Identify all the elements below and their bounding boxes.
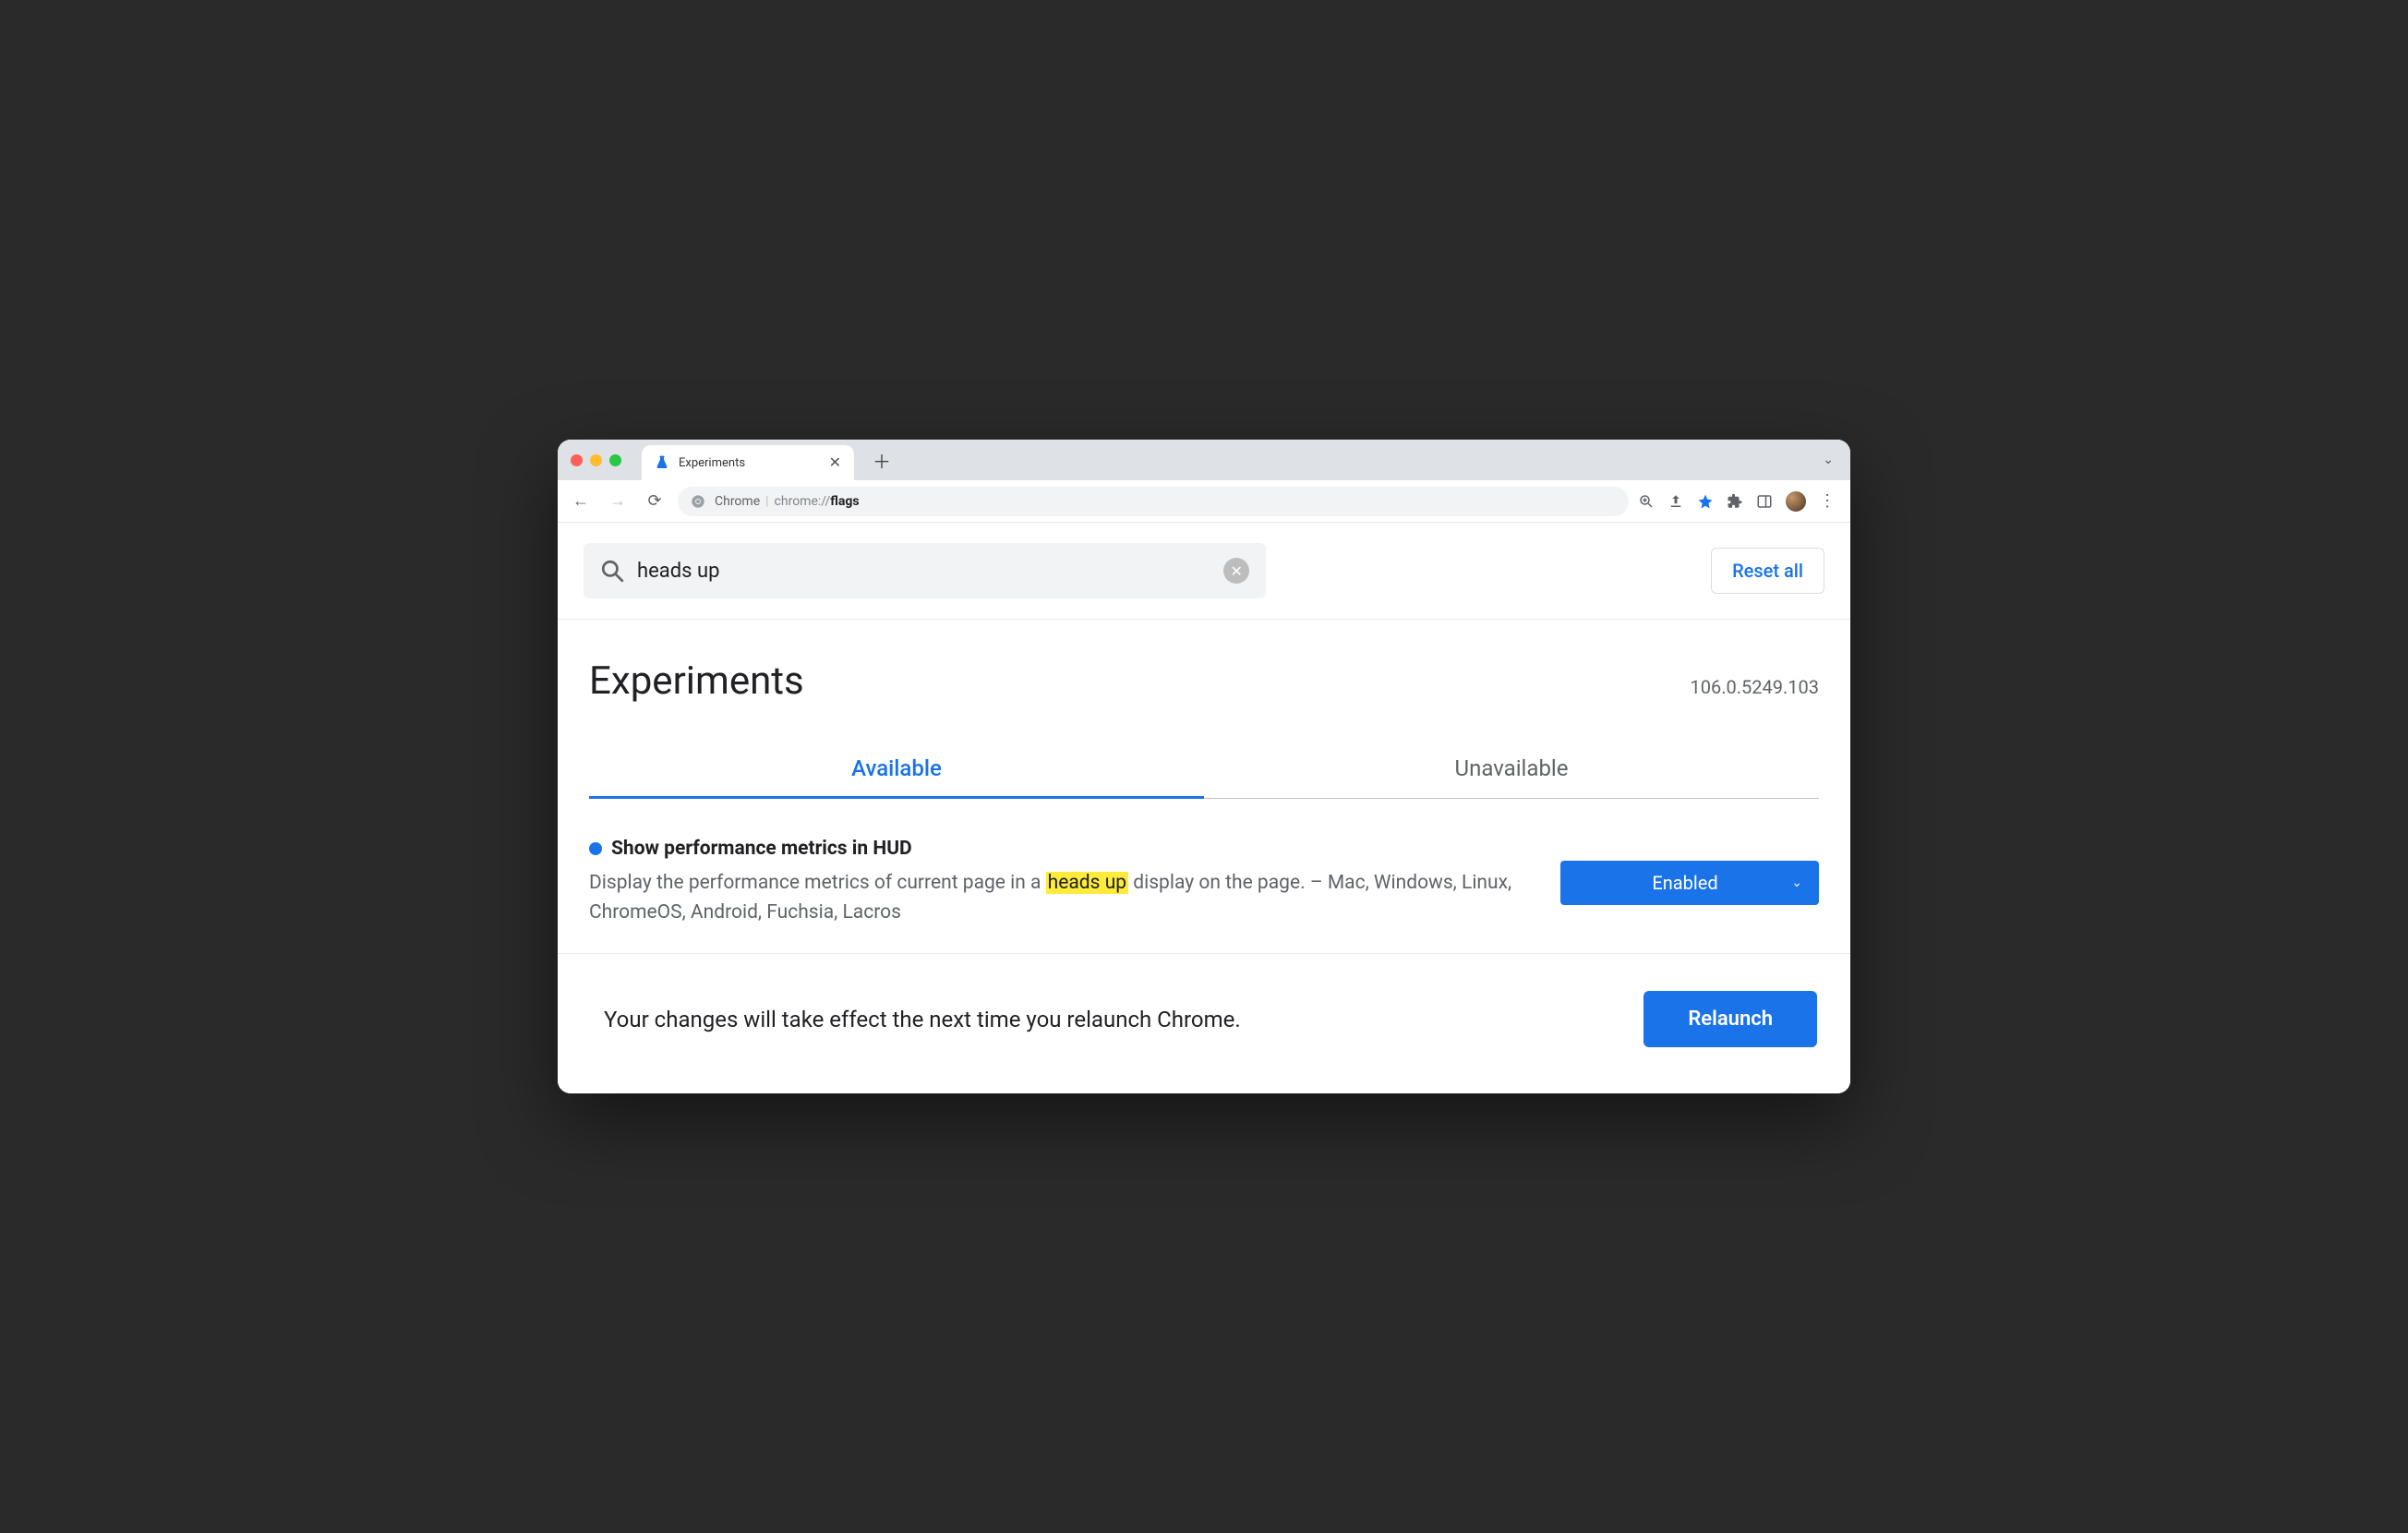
zoom-icon[interactable]: [1638, 493, 1655, 510]
browser-tab[interactable]: Experiments ✕: [642, 445, 854, 480]
search-input[interactable]: [637, 560, 1210, 583]
relaunch-button[interactable]: Relaunch: [1643, 991, 1817, 1047]
bookmark-star-icon[interactable]: [1697, 493, 1714, 510]
window-titlebar: Experiments ✕ ＋ ⌄: [558, 440, 1850, 480]
flag-title: Show performance metrics in HUD: [611, 838, 912, 860]
flag-info: Show performance metrics in HUD Display …: [589, 838, 1523, 927]
url-display: Chrome | chrome://flags: [715, 494, 860, 509]
reset-all-button[interactable]: Reset all: [1711, 548, 1824, 594]
flag-description: Display the performance metrics of curre…: [589, 869, 1523, 927]
tab-available[interactable]: Available: [589, 741, 1204, 799]
chrome-icon: [691, 494, 705, 509]
page-header: Experiments 106.0.5249.103: [558, 620, 1850, 713]
chevron-down-icon: ⌄: [1791, 875, 1802, 890]
search-bar-row: ✕ Reset all: [558, 523, 1850, 620]
url-product: Chrome: [715, 494, 760, 509]
tabs-dropdown-icon[interactable]: ⌄: [1823, 453, 1837, 467]
minimize-window-button[interactable]: [590, 454, 602, 466]
forward-button[interactable]: →: [604, 491, 632, 511]
relaunch-message: Your changes will take effect the next t…: [604, 1007, 1241, 1032]
url-path: chrome://flags: [775, 494, 860, 509]
flag-state-select[interactable]: Enabled ⌄: [1560, 861, 1819, 905]
tab-unavailable[interactable]: Unavailable: [1204, 741, 1819, 799]
address-bar[interactable]: Chrome | chrome://flags: [678, 487, 1629, 516]
reload-button[interactable]: ⟳: [641, 491, 668, 511]
url-separator: |: [765, 494, 768, 509]
extensions-icon[interactable]: [1727, 493, 1743, 510]
page-content: ✕ Reset all Experiments 106.0.5249.103 A…: [558, 523, 1850, 1093]
search-highlight: heads up: [1046, 872, 1128, 894]
select-value: Enabled: [1652, 872, 1717, 894]
browser-toolbar: ← → ⟳ Chrome | chrome://flags ⋮: [558, 480, 1850, 523]
sidepanel-icon[interactable]: [1756, 493, 1773, 510]
flag-item: Show performance metrics in HUD Display …: [558, 799, 1850, 954]
browser-window: Experiments ✕ ＋ ⌄ ← → ⟳ Chrome | chrome:…: [558, 440, 1850, 1093]
tab-title: Experiments: [679, 456, 820, 470]
profile-avatar[interactable]: [1786, 491, 1806, 512]
search-box[interactable]: ✕: [584, 543, 1266, 598]
back-button[interactable]: ←: [567, 491, 595, 511]
window-controls: [571, 454, 621, 466]
tabs-row: Available Unavailable: [589, 741, 1819, 799]
maximize-window-button[interactable]: [609, 454, 621, 466]
clear-search-icon[interactable]: ✕: [1223, 558, 1249, 584]
toolbar-actions: ⋮: [1638, 491, 1841, 512]
search-icon: [600, 559, 624, 583]
new-tab-button[interactable]: ＋: [873, 447, 891, 474]
modified-indicator-icon: [589, 842, 602, 855]
relaunch-bar: Your changes will take effect the next t…: [558, 954, 1850, 1093]
menu-icon[interactable]: ⋮: [1819, 491, 1836, 511]
page-title: Experiments: [589, 658, 804, 704]
tab-close-icon[interactable]: ✕: [829, 455, 841, 470]
version-label: 106.0.5249.103: [1691, 676, 1819, 698]
close-window-button[interactable]: [571, 454, 583, 466]
share-icon[interactable]: [1668, 493, 1684, 510]
flask-icon: [655, 455, 669, 470]
